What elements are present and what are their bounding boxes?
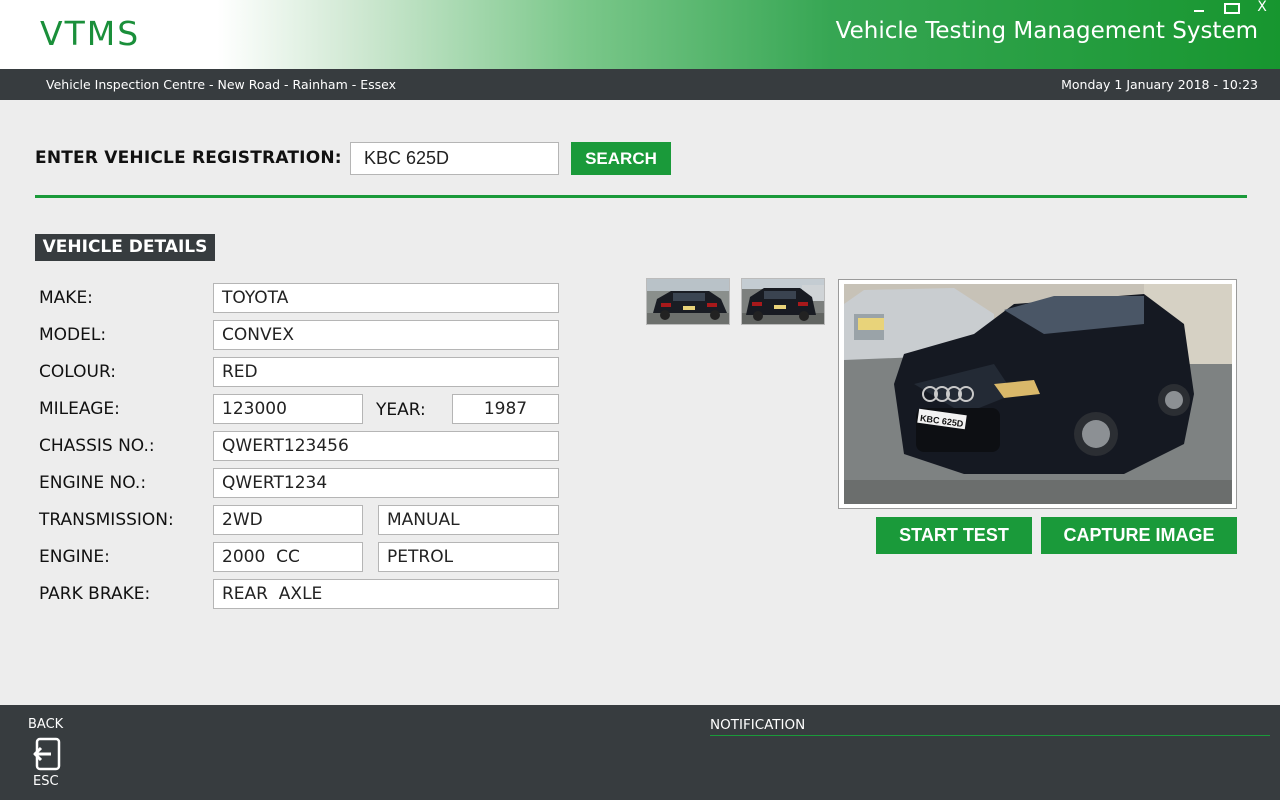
vtms-logo: VTMS: [40, 14, 141, 53]
exit-icon: [33, 737, 61, 771]
colour-label: COLOUR:: [39, 362, 116, 382]
engine-size-field[interactable]: 2000 CC: [213, 542, 363, 572]
chassis-field[interactable]: QWERT123456: [213, 431, 559, 461]
minimize-button[interactable]: [1194, 2, 1210, 12]
window-controls: X: [1194, 0, 1270, 16]
notification-label: NOTIFICATION: [710, 717, 806, 733]
app-header: VTMS Vehicle Testing Management System X: [0, 0, 1280, 69]
park-brake-label: PARK BRAKE:: [39, 584, 151, 604]
back-label: BACK: [28, 717, 64, 732]
park-brake-field[interactable]: REAR AXLE: [213, 579, 559, 609]
close-button[interactable]: X: [1254, 0, 1270, 16]
engine-number-label: ENGINE NO.:: [39, 473, 147, 493]
app-title: Vehicle Testing Management System: [835, 18, 1258, 44]
car-rear-image: [742, 279, 824, 324]
maximize-icon: [1224, 2, 1240, 14]
drive-field[interactable]: 2WD: [213, 505, 363, 535]
vehicle-thumbnail[interactable]: [741, 278, 825, 325]
engine-number-field[interactable]: QWERT1234: [213, 468, 559, 498]
year-field[interactable]: 1987: [452, 394, 559, 424]
start-test-button[interactable]: START TEST: [876, 517, 1032, 554]
colour-field[interactable]: RED: [213, 357, 559, 387]
fuel-field[interactable]: PETROL: [378, 542, 559, 572]
divider: [35, 195, 1247, 198]
mileage-label: MILEAGE:: [39, 399, 120, 419]
engine-label: ENGINE:: [39, 547, 110, 567]
footer-bar: BACK ESC NOTIFICATION: [0, 705, 1280, 800]
minimize-icon: [1194, 10, 1204, 12]
transmission-label: TRANSMISSION:: [39, 510, 174, 530]
chassis-label: CHASSIS NO.:: [39, 436, 155, 456]
vehicle-photo-frame: KBC 625D: [838, 279, 1237, 509]
maximize-button[interactable]: [1224, 1, 1240, 14]
esc-label: ESC: [33, 774, 59, 789]
car-front-image: KBC 625D: [844, 284, 1232, 504]
vehicle-photo: KBC 625D: [844, 284, 1232, 504]
gearbox-field[interactable]: MANUAL: [378, 505, 559, 535]
model-label: MODEL:: [39, 325, 107, 345]
car-rear-image: [647, 279, 729, 324]
search-button[interactable]: SEARCH: [571, 142, 671, 175]
make-label: MAKE:: [39, 288, 93, 308]
registration-label: ENTER VEHICLE REGISTRATION:: [35, 148, 342, 168]
registration-input[interactable]: [350, 142, 559, 175]
notification-divider: [710, 735, 1270, 736]
vehicle-thumbnail[interactable]: [646, 278, 730, 325]
centre-location: Vehicle Inspection Centre - New Road - R…: [46, 77, 396, 92]
model-field[interactable]: CONVEX: [213, 320, 559, 350]
current-datetime: Monday 1 January 2018 - 10:23: [1061, 77, 1258, 92]
capture-image-button[interactable]: CAPTURE IMAGE: [1041, 517, 1237, 554]
year-label: YEAR:: [376, 400, 426, 420]
info-bar: Vehicle Inspection Centre - New Road - R…: [0, 69, 1280, 100]
make-field[interactable]: TOYOTA: [213, 283, 559, 313]
back-button[interactable]: [31, 737, 61, 771]
mileage-field[interactable]: 123000: [213, 394, 363, 424]
vehicle-details-heading: VEHICLE DETAILS: [35, 234, 215, 261]
